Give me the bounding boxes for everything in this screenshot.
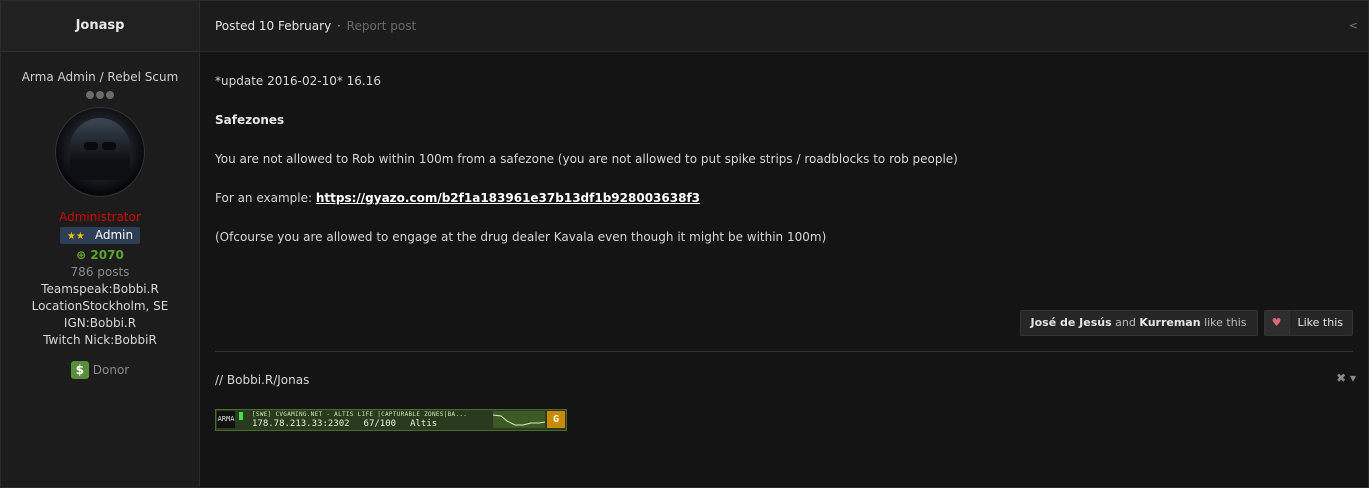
section-heading: Safezones bbox=[215, 113, 285, 127]
graph-line bbox=[492, 414, 546, 426]
forum-post: Jonasp Arma Admin / Rebel Scum Administr… bbox=[0, 0, 1369, 488]
avatar[interactable] bbox=[55, 107, 145, 197]
signature-text: // Bobbi.R/Jonas bbox=[215, 373, 310, 387]
example-line: For an example: https://gyazo.com/b2f1a1… bbox=[215, 191, 1353, 206]
example-prefix: For an example: bbox=[215, 191, 316, 205]
posted-date[interactable]: Posted 10 February bbox=[215, 19, 331, 33]
plus-circle-icon: ⊕ bbox=[76, 248, 91, 262]
dollar-icon: $ bbox=[70, 361, 89, 379]
and-text: and bbox=[1115, 316, 1136, 329]
post-count: 786 posts bbox=[70, 265, 130, 279]
post-body: Posted 10 February · Report post < *upda… bbox=[200, 1, 1368, 487]
author-name[interactable]: Jonasp bbox=[1, 1, 199, 52]
example-link[interactable]: https://gyazo.com/b2f1a183961e37b13df1b9… bbox=[316, 191, 700, 205]
eye-icon bbox=[102, 142, 116, 150]
donor-label: Donor bbox=[92, 363, 130, 377]
banner-map: Altis bbox=[410, 419, 438, 429]
status-indicator bbox=[239, 412, 243, 420]
banner-title: [SWE] CVGAMING.NET - ALTIS LIFE |CAPTURA… bbox=[252, 411, 468, 418]
liker-name[interactable]: Kurreman bbox=[1139, 316, 1200, 329]
note-text: (Ofcourse you are allowed to engage at t… bbox=[215, 230, 827, 244]
profile-field: IGN:Bobbi.R bbox=[63, 316, 137, 330]
post-meta: Posted 10 February · Report post < bbox=[200, 1, 1368, 52]
signature-divider bbox=[215, 351, 1353, 352]
banner-players: 67/100 bbox=[363, 419, 397, 429]
author-panel: Jonasp Arma Admin / Rebel Scum Administr… bbox=[1, 1, 200, 487]
badge-label: Admin bbox=[94, 228, 134, 242]
like-button[interactable]: ♥ Like this bbox=[1263, 310, 1353, 336]
banner-ip: 178.78.213.33:2302 bbox=[252, 419, 350, 429]
reputation-value: 2070 bbox=[90, 248, 124, 262]
liker-name[interactable]: José de Jesús bbox=[1031, 316, 1112, 329]
author-title: Arma Admin / Rebel Scum bbox=[21, 70, 179, 84]
player-graph bbox=[492, 411, 546, 428]
banner-stats: 178.78.213.33:2302 67/100 Altis bbox=[252, 419, 451, 429]
vader-helmet-icon bbox=[70, 118, 130, 180]
profile-field: LocationStockholm, SE bbox=[31, 299, 169, 313]
rank-pips bbox=[1, 88, 199, 100]
post-content: *update 2016-02-10* 16.16 Safezones You … bbox=[200, 52, 1368, 245]
admin-badge: ★★ Admin bbox=[60, 227, 140, 244]
like-suffix: like this bbox=[1204, 316, 1247, 329]
server-banner[interactable]: ARMA [SWE] CVGAMING.NET - ALTIS LIFE |CA… bbox=[215, 409, 567, 431]
star-icon: ★★ bbox=[66, 231, 85, 242]
like-button-label: Like this bbox=[1297, 316, 1344, 329]
group-label: Administrator bbox=[59, 210, 141, 224]
signature-menu[interactable]: ✖ ▾ bbox=[1336, 371, 1356, 385]
reactions: José de Jesús and Kurreman like this ♥ Lik… bbox=[1019, 310, 1353, 336]
reputation: ⊕ 2070 bbox=[1, 248, 199, 262]
separator-dot: · bbox=[333, 19, 345, 33]
report-post-link[interactable]: Report post bbox=[347, 19, 417, 33]
likers-summary[interactable]: José de Jesús and Kurreman like this bbox=[1019, 310, 1258, 336]
profile-field: Twitch Nick:BobbiR bbox=[43, 333, 157, 347]
rule-text: You are not allowed to Rob within 100m f… bbox=[215, 152, 958, 166]
arma-logo-icon: ARMA bbox=[217, 411, 235, 428]
profile-field: Teamspeak:Bobbi.R bbox=[41, 282, 159, 296]
share-icon[interactable]: < bbox=[1349, 1, 1358, 51]
heart-icon: ♥ bbox=[1264, 311, 1290, 335]
eye-icon bbox=[84, 142, 98, 150]
chevron-down-icon[interactable]: ▾ bbox=[1346, 371, 1356, 385]
close-icon[interactable]: ✖ bbox=[1336, 371, 1346, 385]
gametracker-logo-icon: G bbox=[547, 411, 565, 428]
update-line: *update 2016-02-10* 16.16 bbox=[215, 74, 382, 88]
donor-badge: $ Donor bbox=[1, 361, 199, 379]
